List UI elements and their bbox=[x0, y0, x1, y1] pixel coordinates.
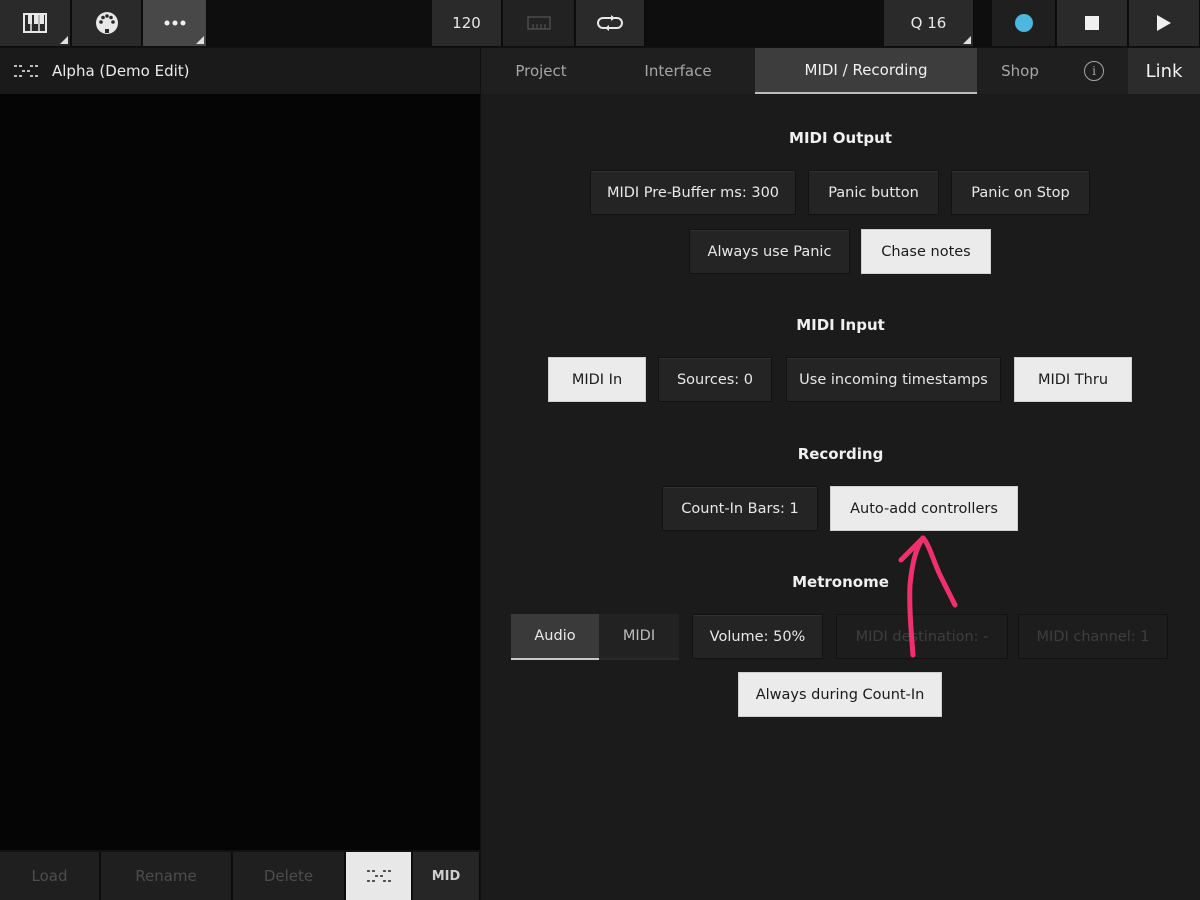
tab-project[interactable]: Project bbox=[481, 48, 601, 94]
panic-on-stop-label: Panic on Stop bbox=[971, 184, 1070, 201]
always-use-panic-label: Always use Panic bbox=[707, 243, 832, 260]
tab-midi-recording-label: MIDI / Recording bbox=[804, 61, 928, 79]
rename-label: Rename bbox=[135, 867, 197, 885]
info-icon: i bbox=[1084, 61, 1104, 81]
midi-channel-label: MIDI channel: 1 bbox=[1036, 628, 1150, 645]
recording-heading: Recording bbox=[797, 445, 884, 463]
metronome-view-button[interactable] bbox=[503, 0, 575, 46]
project-header[interactable]: Alpha (Demo Edit) bbox=[0, 48, 480, 94]
sources-label: Sources: 0 bbox=[676, 371, 754, 388]
record-icon bbox=[1014, 14, 1033, 32]
tempo-button[interactable]: 120 bbox=[432, 0, 502, 46]
metronome-audio-segment[interactable]: Audio bbox=[511, 614, 599, 660]
quantize-value: Q 16 bbox=[910, 14, 947, 32]
link-button[interactable]: Link bbox=[1128, 48, 1200, 94]
count-in-bars-label: Count-In Bars: 1 bbox=[681, 500, 799, 517]
bar-ruler-icon bbox=[526, 16, 551, 30]
load-label: Load bbox=[31, 867, 68, 885]
tab-interface[interactable]: Interface bbox=[601, 48, 755, 94]
always-during-count-in-label: Always during Count-In bbox=[755, 686, 925, 703]
more-options-button[interactable] bbox=[143, 0, 207, 46]
midi-in-toggle[interactable]: MIDI In bbox=[548, 357, 646, 402]
tab-shop[interactable]: Shop bbox=[977, 48, 1063, 94]
count-in-bars-button[interactable]: Count-In Bars: 1 bbox=[662, 486, 818, 531]
metronome-heading: Metronome bbox=[792, 573, 889, 591]
mid-format-button[interactable]: MID bbox=[413, 852, 480, 900]
record-button[interactable] bbox=[992, 0, 1056, 46]
chase-notes-toggle[interactable]: Chase notes bbox=[861, 229, 991, 274]
loop-icon bbox=[597, 15, 623, 31]
use-incoming-timestamps-label: Use incoming timestamps bbox=[799, 371, 988, 388]
project-list[interactable] bbox=[0, 94, 480, 850]
metronome-midi-label: MIDI bbox=[622, 628, 656, 644]
link-label: Link bbox=[1145, 60, 1183, 82]
midi-destination-button: MIDI destination: - bbox=[836, 614, 1008, 659]
pattern-grid-icon bbox=[366, 870, 391, 882]
sources-button[interactable]: Sources: 0 bbox=[658, 357, 772, 402]
tab-interface-label: Interface bbox=[644, 62, 712, 80]
midi-destination-label: MIDI destination: - bbox=[855, 628, 989, 645]
project-title: Alpha (Demo Edit) bbox=[52, 62, 190, 80]
always-during-count-in-toggle[interactable]: Always during Count-In bbox=[738, 672, 942, 717]
midi-thru-toggle[interactable]: MIDI Thru bbox=[1014, 357, 1132, 402]
quantize-button[interactable]: Q 16 bbox=[884, 0, 974, 46]
play-icon bbox=[1157, 15, 1171, 31]
piano-keyboard-button[interactable] bbox=[0, 0, 71, 46]
pattern-grid-icon bbox=[14, 65, 38, 77]
midi-output-heading: MIDI Output bbox=[789, 129, 892, 147]
ellipsis-icon bbox=[164, 20, 185, 26]
top-toolbar: 120 Q 16 bbox=[0, 0, 1200, 47]
settings-tabs: Project Interface MIDI / Recording Shop … bbox=[481, 48, 1200, 94]
file-actions-bar: Load Rename Delete MID bbox=[0, 852, 480, 900]
metronome-volume-label: Volume: 50% bbox=[709, 628, 806, 645]
stop-button[interactable] bbox=[1057, 0, 1128, 46]
pattern-format-button[interactable] bbox=[346, 852, 412, 900]
midi-pre-buffer-label: MIDI Pre-Buffer ms: 300 bbox=[606, 184, 780, 201]
midi-connector-button[interactable] bbox=[72, 0, 142, 46]
loop-button[interactable] bbox=[576, 0, 645, 46]
stop-icon bbox=[1085, 16, 1099, 30]
delete-button[interactable]: Delete bbox=[233, 852, 345, 900]
settings-panel: Project Interface MIDI / Recording Shop … bbox=[481, 48, 1200, 900]
tab-midi-recording[interactable]: MIDI / Recording bbox=[755, 48, 977, 94]
piano-keys-icon bbox=[23, 13, 47, 33]
tempo-value: 120 bbox=[452, 14, 481, 32]
tab-project-label: Project bbox=[515, 62, 567, 80]
midi-pre-buffer-button[interactable]: MIDI Pre-Buffer ms: 300 bbox=[590, 170, 796, 215]
midi-channel-button: MIDI channel: 1 bbox=[1018, 614, 1168, 659]
mid-label: MID bbox=[431, 868, 461, 884]
panic-button-label: Panic button bbox=[828, 184, 919, 201]
metronome-audio-label: Audio bbox=[534, 628, 576, 644]
panic-on-stop-toggle[interactable]: Panic on Stop bbox=[951, 170, 1090, 215]
midi-din-icon bbox=[95, 12, 118, 34]
auto-add-controllers-toggle[interactable]: Auto-add controllers bbox=[830, 486, 1018, 531]
load-button[interactable]: Load bbox=[0, 852, 100, 900]
delete-label: Delete bbox=[263, 867, 314, 885]
use-incoming-timestamps-toggle[interactable]: Use incoming timestamps bbox=[786, 357, 1001, 402]
midi-thru-label: MIDI Thru bbox=[1037, 371, 1109, 388]
tab-shop-label: Shop bbox=[1001, 62, 1039, 80]
info-button[interactable]: i bbox=[1063, 48, 1125, 94]
auto-add-controllers-label: Auto-add controllers bbox=[850, 500, 998, 517]
play-button[interactable] bbox=[1129, 0, 1200, 46]
panic-button-toggle[interactable]: Panic button bbox=[808, 170, 939, 215]
chase-notes-label: Chase notes bbox=[881, 243, 971, 260]
midi-in-label: MIDI In bbox=[571, 371, 623, 388]
metronome-volume-button[interactable]: Volume: 50% bbox=[692, 614, 823, 659]
rename-button[interactable]: Rename bbox=[101, 852, 232, 900]
metronome-midi-segment[interactable]: MIDI bbox=[599, 614, 679, 660]
always-use-panic-toggle[interactable]: Always use Panic bbox=[689, 229, 850, 274]
midi-input-heading: MIDI Input bbox=[796, 316, 885, 334]
